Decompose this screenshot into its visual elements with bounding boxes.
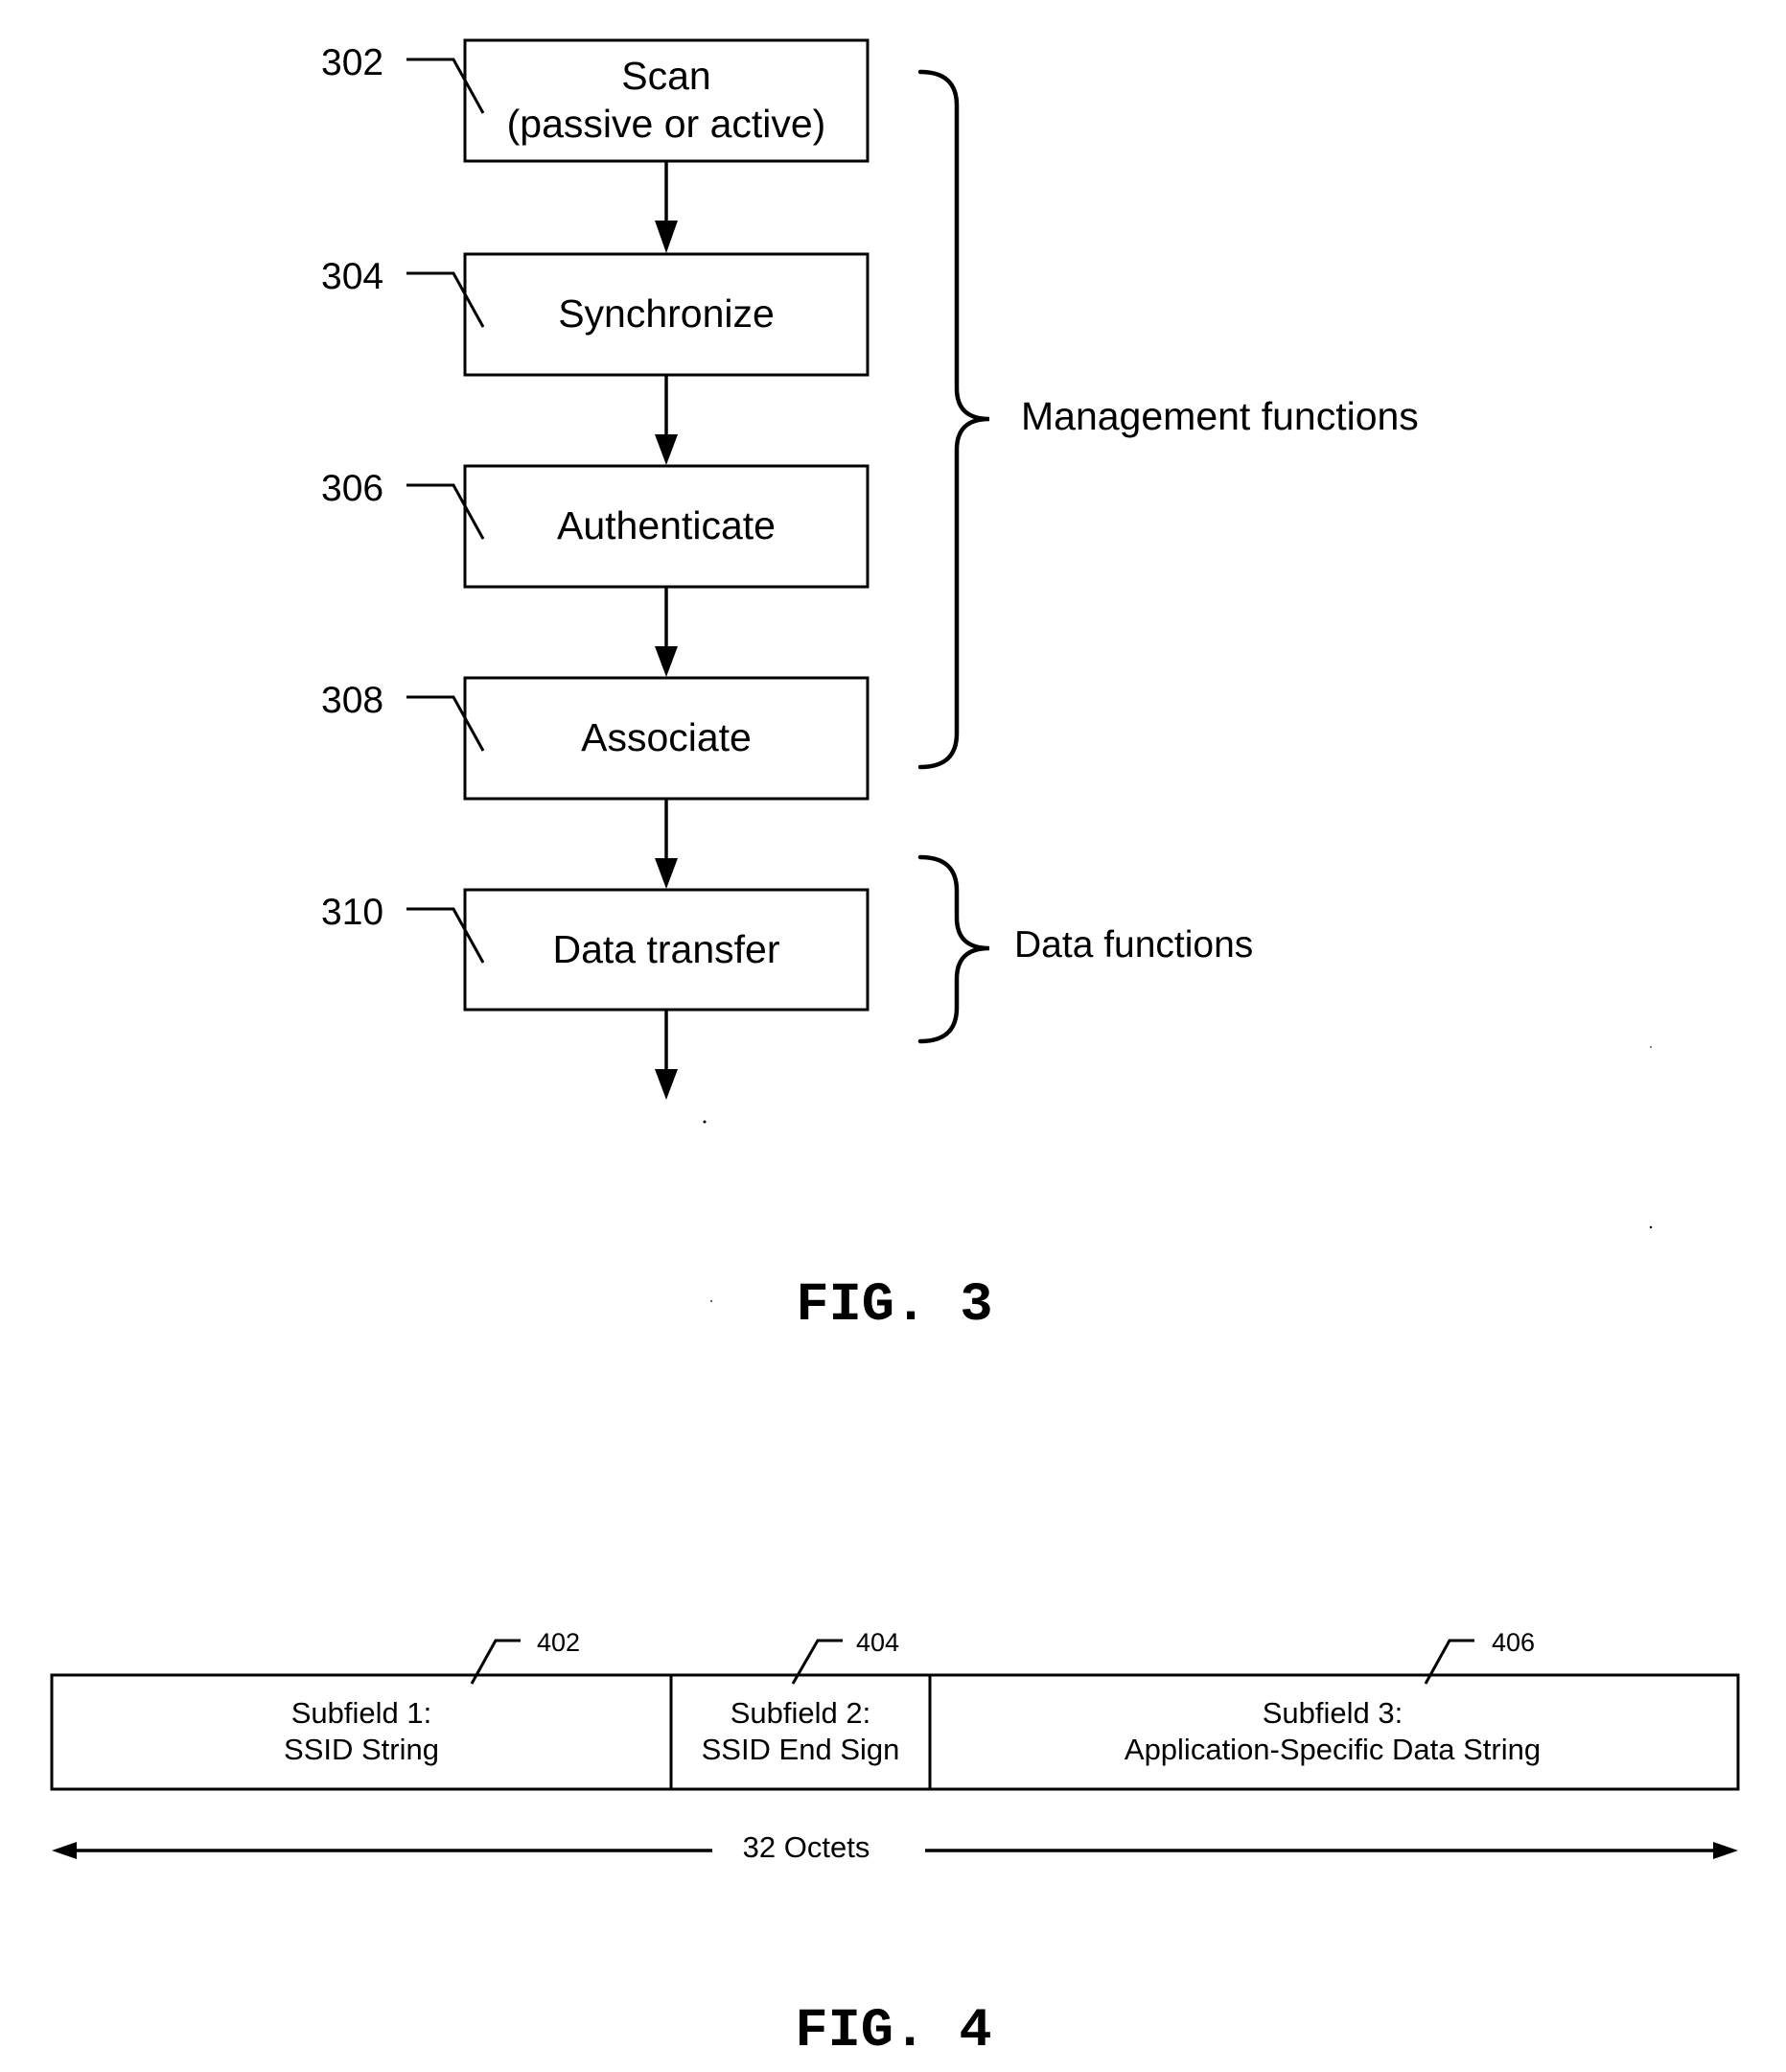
octet-span-dimension: 32 Octets: [52, 1830, 1738, 1864]
subfield-description: Application-Specific Data String: [1125, 1733, 1541, 1766]
scan-speck: [703, 1120, 707, 1124]
step-synchronize: Synchronize 304: [321, 252, 870, 377]
flow-arrow-exit: [655, 1010, 678, 1100]
data-functions-group: Data functions: [917, 854, 1253, 1044]
step-associate: Associate 308: [321, 676, 870, 801]
patent-drawing-sheet: Scan (passive or active) 302 Synchronize…: [50, 38, 1740, 2062]
reference-numeral: 304: [321, 256, 383, 297]
fig4-field-layout: Subfield 1: SSID String 402 Subfield 2: …: [50, 1628, 1740, 2062]
scan-speck: [1650, 1046, 1652, 1048]
flow-arrow: [655, 799, 678, 889]
step-title: Synchronize: [558, 291, 775, 336]
flow-arrow: [655, 587, 678, 677]
subfield-description: SSID End Sign: [702, 1733, 900, 1766]
step-subtitle: (passive or active): [507, 102, 826, 146]
subfield-title: Subfield 2:: [731, 1696, 871, 1730]
fig3-flowchart: Scan (passive or active) 302 Synchronize…: [321, 38, 1419, 1337]
group-label: Data functions: [1014, 924, 1253, 966]
reference-numeral: 308: [321, 680, 383, 721]
reference-numeral: 402: [537, 1628, 580, 1657]
reference-numeral: 404: [856, 1628, 899, 1657]
arrowhead-icon: [655, 646, 678, 677]
step-authenticate: Authenticate 306: [321, 464, 870, 589]
step-title: Associate: [581, 715, 752, 759]
curly-brace-icon: [917, 854, 990, 1044]
arrowhead-icon: [655, 1069, 678, 1100]
flow-arrow: [655, 375, 678, 465]
arrow-left-icon: [52, 1842, 77, 1859]
scan-speck: [1649, 1225, 1653, 1229]
step-title: Scan: [621, 54, 710, 98]
figure-caption: FIG. 4: [795, 2001, 991, 2062]
reference-numeral: 310: [321, 892, 383, 933]
group-label: Management functions: [1021, 394, 1419, 438]
subfield-description: SSID String: [284, 1733, 439, 1766]
flow-arrow: [655, 161, 678, 253]
step-title: Data transfer: [553, 927, 780, 971]
figure-caption: FIG. 3: [796, 1275, 992, 1337]
subfield-title: Subfield 3:: [1263, 1696, 1403, 1730]
step-title: Authenticate: [557, 503, 776, 547]
arrow-right-icon: [1713, 1842, 1738, 1859]
scan-speck: [710, 1300, 712, 1302]
subfield-ssid-end-sign: Subfield 2: SSID End Sign 404: [702, 1628, 900, 1766]
management-functions-group: Management functions: [917, 69, 1419, 770]
step-data-transfer: Data transfer 310: [321, 888, 870, 1012]
subfield-title: Subfield 1:: [291, 1696, 432, 1730]
arrowhead-icon: [655, 434, 678, 465]
reference-numeral: 406: [1492, 1628, 1535, 1657]
reference-numeral: 306: [321, 468, 383, 509]
arrowhead-icon: [655, 221, 678, 253]
reference-numeral: 302: [321, 42, 383, 83]
arrowhead-icon: [655, 858, 678, 889]
span-label: 32 Octets: [743, 1830, 870, 1864]
step-scan: Scan (passive or active) 302: [321, 38, 870, 163]
curly-brace-icon: [917, 69, 990, 770]
